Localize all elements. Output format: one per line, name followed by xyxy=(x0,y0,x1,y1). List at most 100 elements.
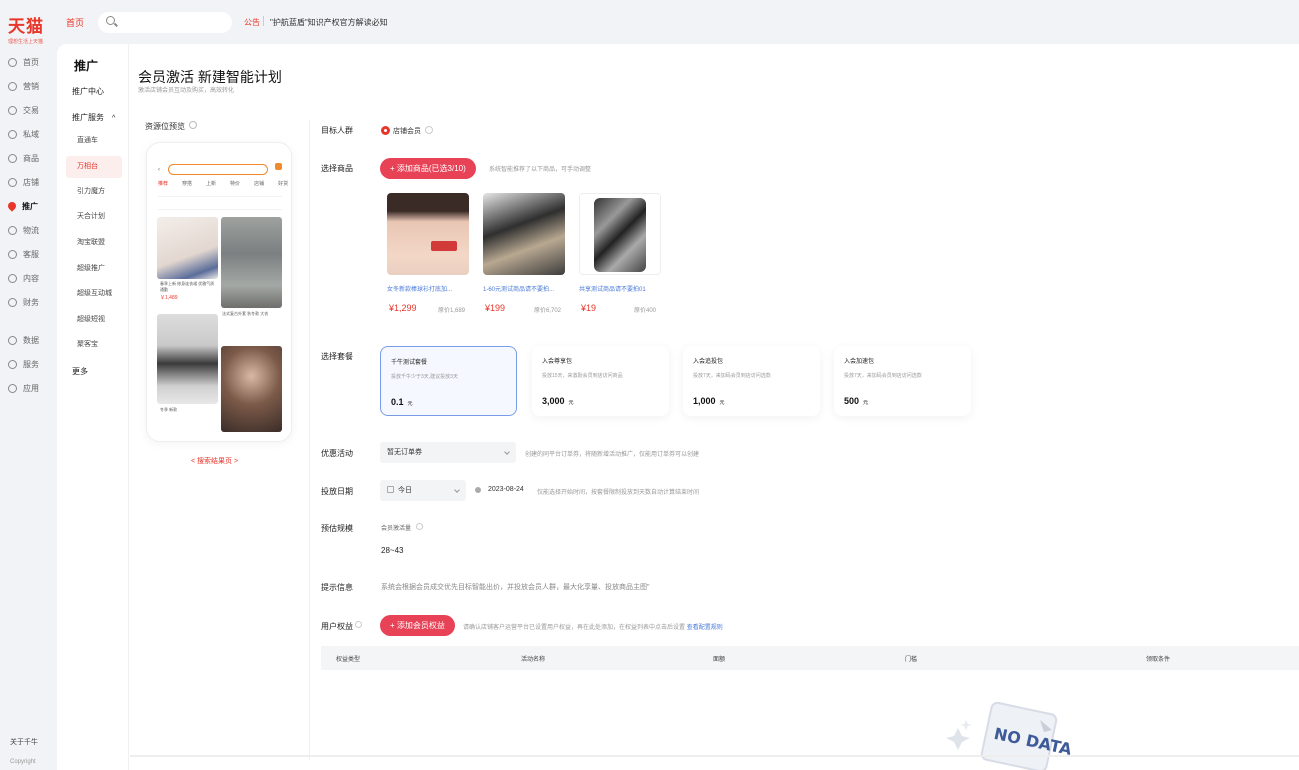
audience-option[interactable]: 店铺会员 xyxy=(393,126,421,136)
package-price: 500 元 xyxy=(844,396,868,406)
package-card[interactable]: 入会追投包 投放7天，来加码会员到店访问选款 1,000 元 xyxy=(683,346,820,416)
package-card[interactable]: 入会加速包 投放7天，来加码会员到店访问选款 500 元 xyxy=(834,346,971,416)
rights-hint-text: 请确认店铺客户运营平台已设置用户权益，再在此处添加，在权益列表中点击后设置 xyxy=(463,625,686,631)
sub-child-cjhdc[interactable]: 超级互动城 xyxy=(66,283,122,305)
rail-item-services[interactable]: 服务 xyxy=(8,357,39,371)
package-desc: 投放7天，来加码会员到店访问选款 xyxy=(693,373,771,379)
content-icon xyxy=(8,273,17,283)
sub-child-tblm[interactable]: 淘宝联盟 xyxy=(66,232,122,254)
sub-child-wxt[interactable]: 万相台 xyxy=(66,156,122,178)
sub-child-ztc[interactable]: 直通车 xyxy=(66,130,122,152)
date-indicator-icon xyxy=(475,487,481,493)
calendar-icon xyxy=(387,486,394,493)
date-value: 2023-08-24 xyxy=(488,486,524,493)
add-rights-button[interactable]: + 添加会员权益 xyxy=(380,615,455,636)
package-price: 1,000 元 xyxy=(693,396,725,406)
sub-item-service[interactable]: 推广服务 ^ xyxy=(72,112,115,123)
date-hint: 仅能选择开始时间，按套餐限制投放到天数自动计算结束时间 xyxy=(537,490,700,496)
rail-item-content[interactable]: 内容 xyxy=(8,271,39,285)
result-tile-text: 法式复古外套 秋冬款 大衣 xyxy=(222,311,269,316)
finance-icon xyxy=(8,297,17,307)
product-price: ¥1,299 xyxy=(389,303,417,313)
table-header-cell: 门槛 xyxy=(905,657,918,663)
audience-radio[interactable] xyxy=(381,126,390,135)
promo-select[interactable]: 暂无订单券 xyxy=(380,442,516,463)
product-name[interactable]: 女冬新款棒球衫打底加... xyxy=(387,284,469,293)
package-price-unit: 元 xyxy=(407,401,413,407)
rail-item-home[interactable]: 首页 xyxy=(8,55,39,69)
product-price: ¥19 xyxy=(581,303,597,313)
goods-hint: 系统智能推荐了以下商品，可手动调整 xyxy=(489,167,592,173)
add-goods-button[interactable]: + 添加商品(已选3/10) xyxy=(380,158,476,179)
package-card-selected[interactable]: 千牛测试套餐 投放千牛少于3天,建议投放3天 0.1 元 xyxy=(380,346,517,416)
product-image[interactable] xyxy=(483,193,565,275)
apps-icon xyxy=(8,383,17,393)
home-link[interactable]: 首页 xyxy=(66,16,84,29)
rail-item-trade[interactable]: 交易 xyxy=(8,103,39,117)
rail-item-apps[interactable]: 应用 xyxy=(8,381,39,395)
sub-child-ylmf[interactable]: 引力魔方 xyxy=(66,181,122,203)
location-pin-icon xyxy=(6,200,18,212)
estimate-label: 预估规模 xyxy=(321,524,353,533)
package-desc: 投放7天，来加码会员到店访问选款 xyxy=(844,373,922,379)
chat-icon xyxy=(275,163,282,170)
rail-item-finance[interactable]: 财务 xyxy=(8,295,39,309)
rights-rules-link[interactable]: 查看配置规则 xyxy=(687,625,723,631)
empty-state-illustration: NO DATA xyxy=(940,698,1074,770)
sub-child-jkb[interactable]: 聚客宝 xyxy=(66,334,122,356)
sub-child-cjtg[interactable]: 超级推广 xyxy=(66,258,122,280)
about-link[interactable]: 关于千牛 xyxy=(10,737,38,747)
megaphone-icon xyxy=(8,81,17,91)
users-icon xyxy=(8,129,17,139)
page-subtitle: 激活店铺会员互动及购买，高效转化 xyxy=(138,88,235,94)
product-name[interactable]: 1-60元测试商品请不要拍... xyxy=(483,284,565,293)
help-icon[interactable] xyxy=(189,121,197,129)
rail-item-goods[interactable]: 商品 xyxy=(8,151,39,165)
product-price: ¥199 xyxy=(485,303,506,313)
copyright-text: Copyright xyxy=(10,759,36,765)
tmall-logo[interactable]: 天猫 理想生活上天猫 xyxy=(8,12,50,45)
phone-tab: 特价 xyxy=(230,181,241,187)
table-header-cell: 活动名称 xyxy=(521,657,546,663)
rail-item-service[interactable]: 客服 xyxy=(8,247,39,261)
rail-label: 数据 xyxy=(23,335,39,345)
rail-item-logistics[interactable]: 物流 xyxy=(8,223,39,237)
package-desc: 投放千牛少于3天,建议投放3天 xyxy=(391,374,458,380)
preview-pager[interactable]: < 搜索结果页 > xyxy=(191,456,238,466)
rail-item-private[interactable]: 私域 xyxy=(8,127,39,141)
package-card[interactable]: 入会尊享包 投放15天，来激励会员到店访问商品 3,000 元 xyxy=(532,346,669,416)
sub-item-more[interactable]: 更多 xyxy=(72,366,88,377)
date-select[interactable]: 今日 xyxy=(380,480,466,501)
truck-icon xyxy=(8,225,17,235)
sub-child-thjh[interactable]: 天合计划 xyxy=(66,206,122,228)
help-icon[interactable] xyxy=(355,621,362,628)
help-icon[interactable] xyxy=(425,126,433,134)
phone-tab: 店铺 xyxy=(254,181,265,187)
rail-item-marketing[interactable]: 营销 xyxy=(8,79,39,93)
horizontal-scrollbar[interactable] xyxy=(130,755,1299,757)
product-image[interactable] xyxy=(387,193,469,275)
product-name[interactable]: 共享测试商品请不要拍01 xyxy=(579,284,661,293)
rail-item-shop[interactable]: 店铺 xyxy=(8,175,39,189)
rail-item-data[interactable]: 数据 xyxy=(8,333,39,347)
phone-filter-row xyxy=(158,193,282,197)
sub-child-cjds[interactable]: 超级短视 xyxy=(66,309,122,331)
notice-link[interactable]: "护航蓝盾"知识产权官方解读必知 xyxy=(270,17,388,28)
rail-label: 物流 xyxy=(23,225,39,235)
package-price-unit: 元 xyxy=(568,400,574,406)
promo-select-value: 暂无订单券 xyxy=(387,449,422,456)
table-header-cell: 权益类型 xyxy=(336,657,361,663)
search-input[interactable] xyxy=(98,12,232,33)
sub-menu-title: 推广 xyxy=(74,59,99,73)
rail-label: 私域 xyxy=(23,129,39,139)
help-icon[interactable] xyxy=(416,523,423,530)
sub-item-center[interactable]: 推广中心 xyxy=(72,86,104,97)
tip-text: 系统会根据会员成交优先目标智能出价，并投放会员人群，最大化享量、投放商品主图" xyxy=(381,584,650,591)
notice-tag: 公告 xyxy=(244,18,260,27)
product-image[interactable] xyxy=(579,193,661,275)
table-header-cell: 领取条件 xyxy=(1146,657,1171,663)
phone-tabs: 推荐 穿搭 上新 特价 店铺 好货 xyxy=(158,180,288,187)
home-icon xyxy=(8,57,17,67)
rail-item-promotion[interactable]: 推广 xyxy=(6,199,38,213)
sub-menu xyxy=(57,44,129,770)
